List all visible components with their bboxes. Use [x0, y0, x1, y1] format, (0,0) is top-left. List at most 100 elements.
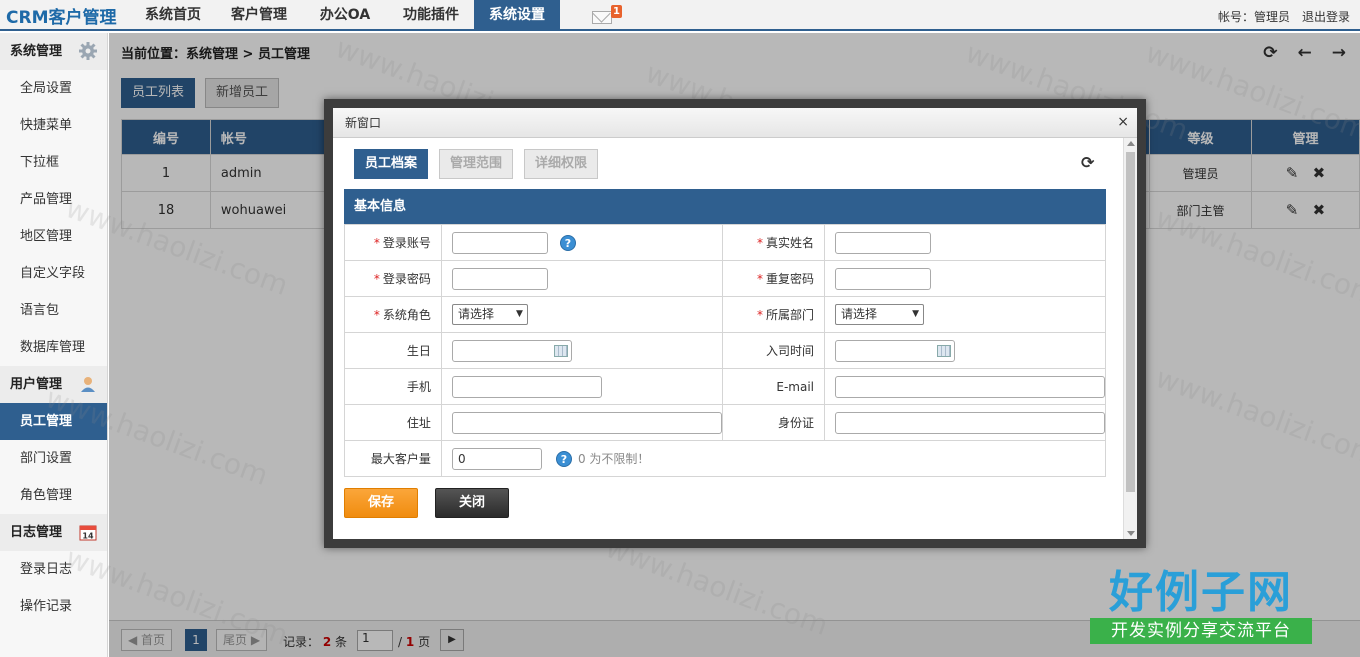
section-basic-info: 基本信息 [344, 189, 1106, 224]
sidebar-group-label: 日志管理 [10, 525, 63, 540]
dialog-body: 新窗口 × 员工档案 管理范围 详细权限 ⟳ 基本信息 * 登录账号 ? * 真实姓… [333, 108, 1137, 539]
field-cell [823, 224, 1107, 261]
field-label: 生日 [344, 332, 442, 369]
field-label: * 重复密码 [721, 260, 825, 297]
field-label: * 所属部门 [721, 296, 825, 333]
label-repeat-password: 重复密码 [765, 272, 814, 286]
real-name-input[interactable] [834, 231, 931, 254]
calendar-icon: 14 [79, 525, 97, 541]
mail-icon [592, 11, 612, 24]
tab-detailed-permissions[interactable]: 详细权限 [524, 149, 599, 179]
sidebar-group-users[interactable]: 用户管理 [0, 366, 107, 403]
field-cell: 请选择 [440, 296, 723, 333]
sidebar-item-login-log[interactable]: 登录日志 [0, 551, 107, 588]
sidebar-item-global-settings[interactable]: 全局设置 [0, 70, 107, 107]
birthday-input[interactable] [451, 339, 572, 362]
nav-system-settings[interactable]: 系统设置 [474, 0, 560, 31]
tab-employee-profile[interactable]: 员工档案 [354, 149, 429, 179]
sidebar-group-label: 系统管理 [10, 44, 63, 59]
address-input[interactable] [451, 411, 722, 434]
field-cell [823, 332, 1107, 369]
field-label: E-mail [721, 368, 825, 405]
sidebar-item-dropdowns[interactable]: 下拉框 [0, 144, 107, 181]
max-customers-hint: 0 为不限制！ [577, 452, 650, 466]
department-select[interactable]: 请选择 [834, 304, 924, 325]
sidebar-item-custom-fields[interactable]: 自定义字段 [0, 255, 107, 292]
nav-plugins[interactable]: 功能插件 [388, 0, 474, 31]
sidebar-item-regions[interactable]: 地区管理 [0, 218, 107, 255]
field-cell [823, 404, 1107, 441]
help-icon[interactable]: ? [559, 234, 576, 251]
field-cell [440, 332, 723, 369]
scroll-down-icon[interactable] [1127, 531, 1135, 536]
dialog-close-icon[interactable]: × [1117, 108, 1129, 136]
sidebar: 系统管理 全局设置 快捷菜单 下拉框 产品管理 地区管理 自定义字段 语言包 数… [0, 33, 108, 657]
nav-customers[interactable]: 客户管理 [216, 0, 302, 31]
form-row: 住址 身份证 [344, 404, 1107, 441]
logout-link[interactable]: 退出登录 [1302, 8, 1350, 25]
login-account-input[interactable] [451, 231, 548, 254]
field-label: 入司时间 [721, 332, 825, 369]
sidebar-item-employees[interactable]: 员工管理 [0, 403, 107, 440]
tab-management-scope[interactable]: 管理范围 [439, 149, 514, 179]
top-nav: 系统首页 客户管理 办公OA 功能插件 系统设置 [130, 0, 560, 31]
close-button[interactable]: 关闭 [435, 488, 509, 518]
label-login-password: 登录密码 [382, 272, 431, 286]
mobile-input[interactable] [451, 375, 602, 398]
nav-office-oa[interactable]: 办公OA [302, 0, 388, 31]
sidebar-item-roles[interactable]: 角色管理 [0, 477, 107, 514]
field-cell: 请选择 [823, 296, 1107, 333]
save-button[interactable]: 保存 [344, 488, 418, 518]
sidebar-item-operation-log[interactable]: 操作记录 [0, 588, 107, 625]
max-customers-input[interactable]: 0 [451, 447, 542, 470]
field-label: 住址 [344, 404, 442, 441]
id-card-input[interactable] [834, 411, 1105, 434]
app-logo[interactable]: CRM客户管理 [6, 3, 116, 28]
calendar-icon[interactable] [553, 344, 568, 357]
form-row: 生日 入司时间 [344, 332, 1107, 369]
hire-date-input[interactable] [834, 339, 955, 362]
required-mark: * [756, 308, 763, 322]
label-system-role: 系统角色 [382, 308, 431, 322]
field-cell: ? [440, 224, 723, 261]
calendar-icon[interactable] [936, 344, 951, 357]
required-mark: * [373, 272, 380, 286]
field-label: 最大客户量 [344, 440, 442, 477]
sidebar-item-database[interactable]: 数据库管理 [0, 329, 107, 366]
form-row: 手机 E-mail [344, 368, 1107, 405]
mail-button[interactable]: 1 [592, 5, 622, 27]
field-cell: 0? 0 为不限制！ [440, 440, 1107, 477]
field-label: * 登录账号 [344, 224, 442, 261]
sidebar-item-departments[interactable]: 部门设置 [0, 440, 107, 477]
sidebar-item-quick-menu[interactable]: 快捷菜单 [0, 107, 107, 144]
brand-subtitle: 开发实例分享交流平台 [1090, 618, 1312, 644]
scroll-up-icon[interactable] [1127, 141, 1135, 146]
help-icon[interactable]: ? [555, 450, 572, 467]
login-password-input[interactable] [451, 267, 548, 290]
sidebar-group-logs[interactable]: 日志管理 14 [0, 514, 107, 551]
mail-badge: 1 [611, 5, 622, 18]
sidebar-item-products[interactable]: 产品管理 [0, 181, 107, 218]
system-role-select[interactable]: 请选择 [451, 304, 528, 325]
sidebar-group-system[interactable]: 系统管理 [0, 33, 107, 70]
scroll-thumb[interactable] [1126, 152, 1135, 492]
brand-watermark: 好例子网 开发实例分享交流平台 [1088, 556, 1314, 646]
dialog-title-bar[interactable]: 新窗口 × [333, 108, 1137, 138]
email-input[interactable] [834, 375, 1105, 398]
field-label: * 真实姓名 [721, 224, 825, 261]
required-mark: * [756, 272, 763, 286]
sidebar-item-language-pack[interactable]: 语言包 [0, 292, 107, 329]
form-row: 最大客户量 0? 0 为不限制！ [344, 440, 1107, 477]
field-label: * 登录密码 [344, 260, 442, 297]
field-cell [440, 404, 723, 441]
nav-home[interactable]: 系统首页 [130, 0, 216, 31]
dialog-scrollbar[interactable] [1123, 138, 1137, 539]
field-cell [823, 260, 1107, 297]
brand-title: 好例子网 [1109, 567, 1293, 618]
refresh-icon[interactable]: ⟳ [1081, 153, 1094, 172]
label-real-name: 真实姓名 [765, 236, 814, 250]
label-login-account: 登录账号 [382, 236, 431, 250]
top-bar: CRM客户管理 系统首页 客户管理 办公OA 功能插件 系统设置 1 帐号：管理… [0, 0, 1360, 31]
repeat-password-input[interactable] [834, 267, 931, 290]
field-cell [823, 368, 1107, 405]
